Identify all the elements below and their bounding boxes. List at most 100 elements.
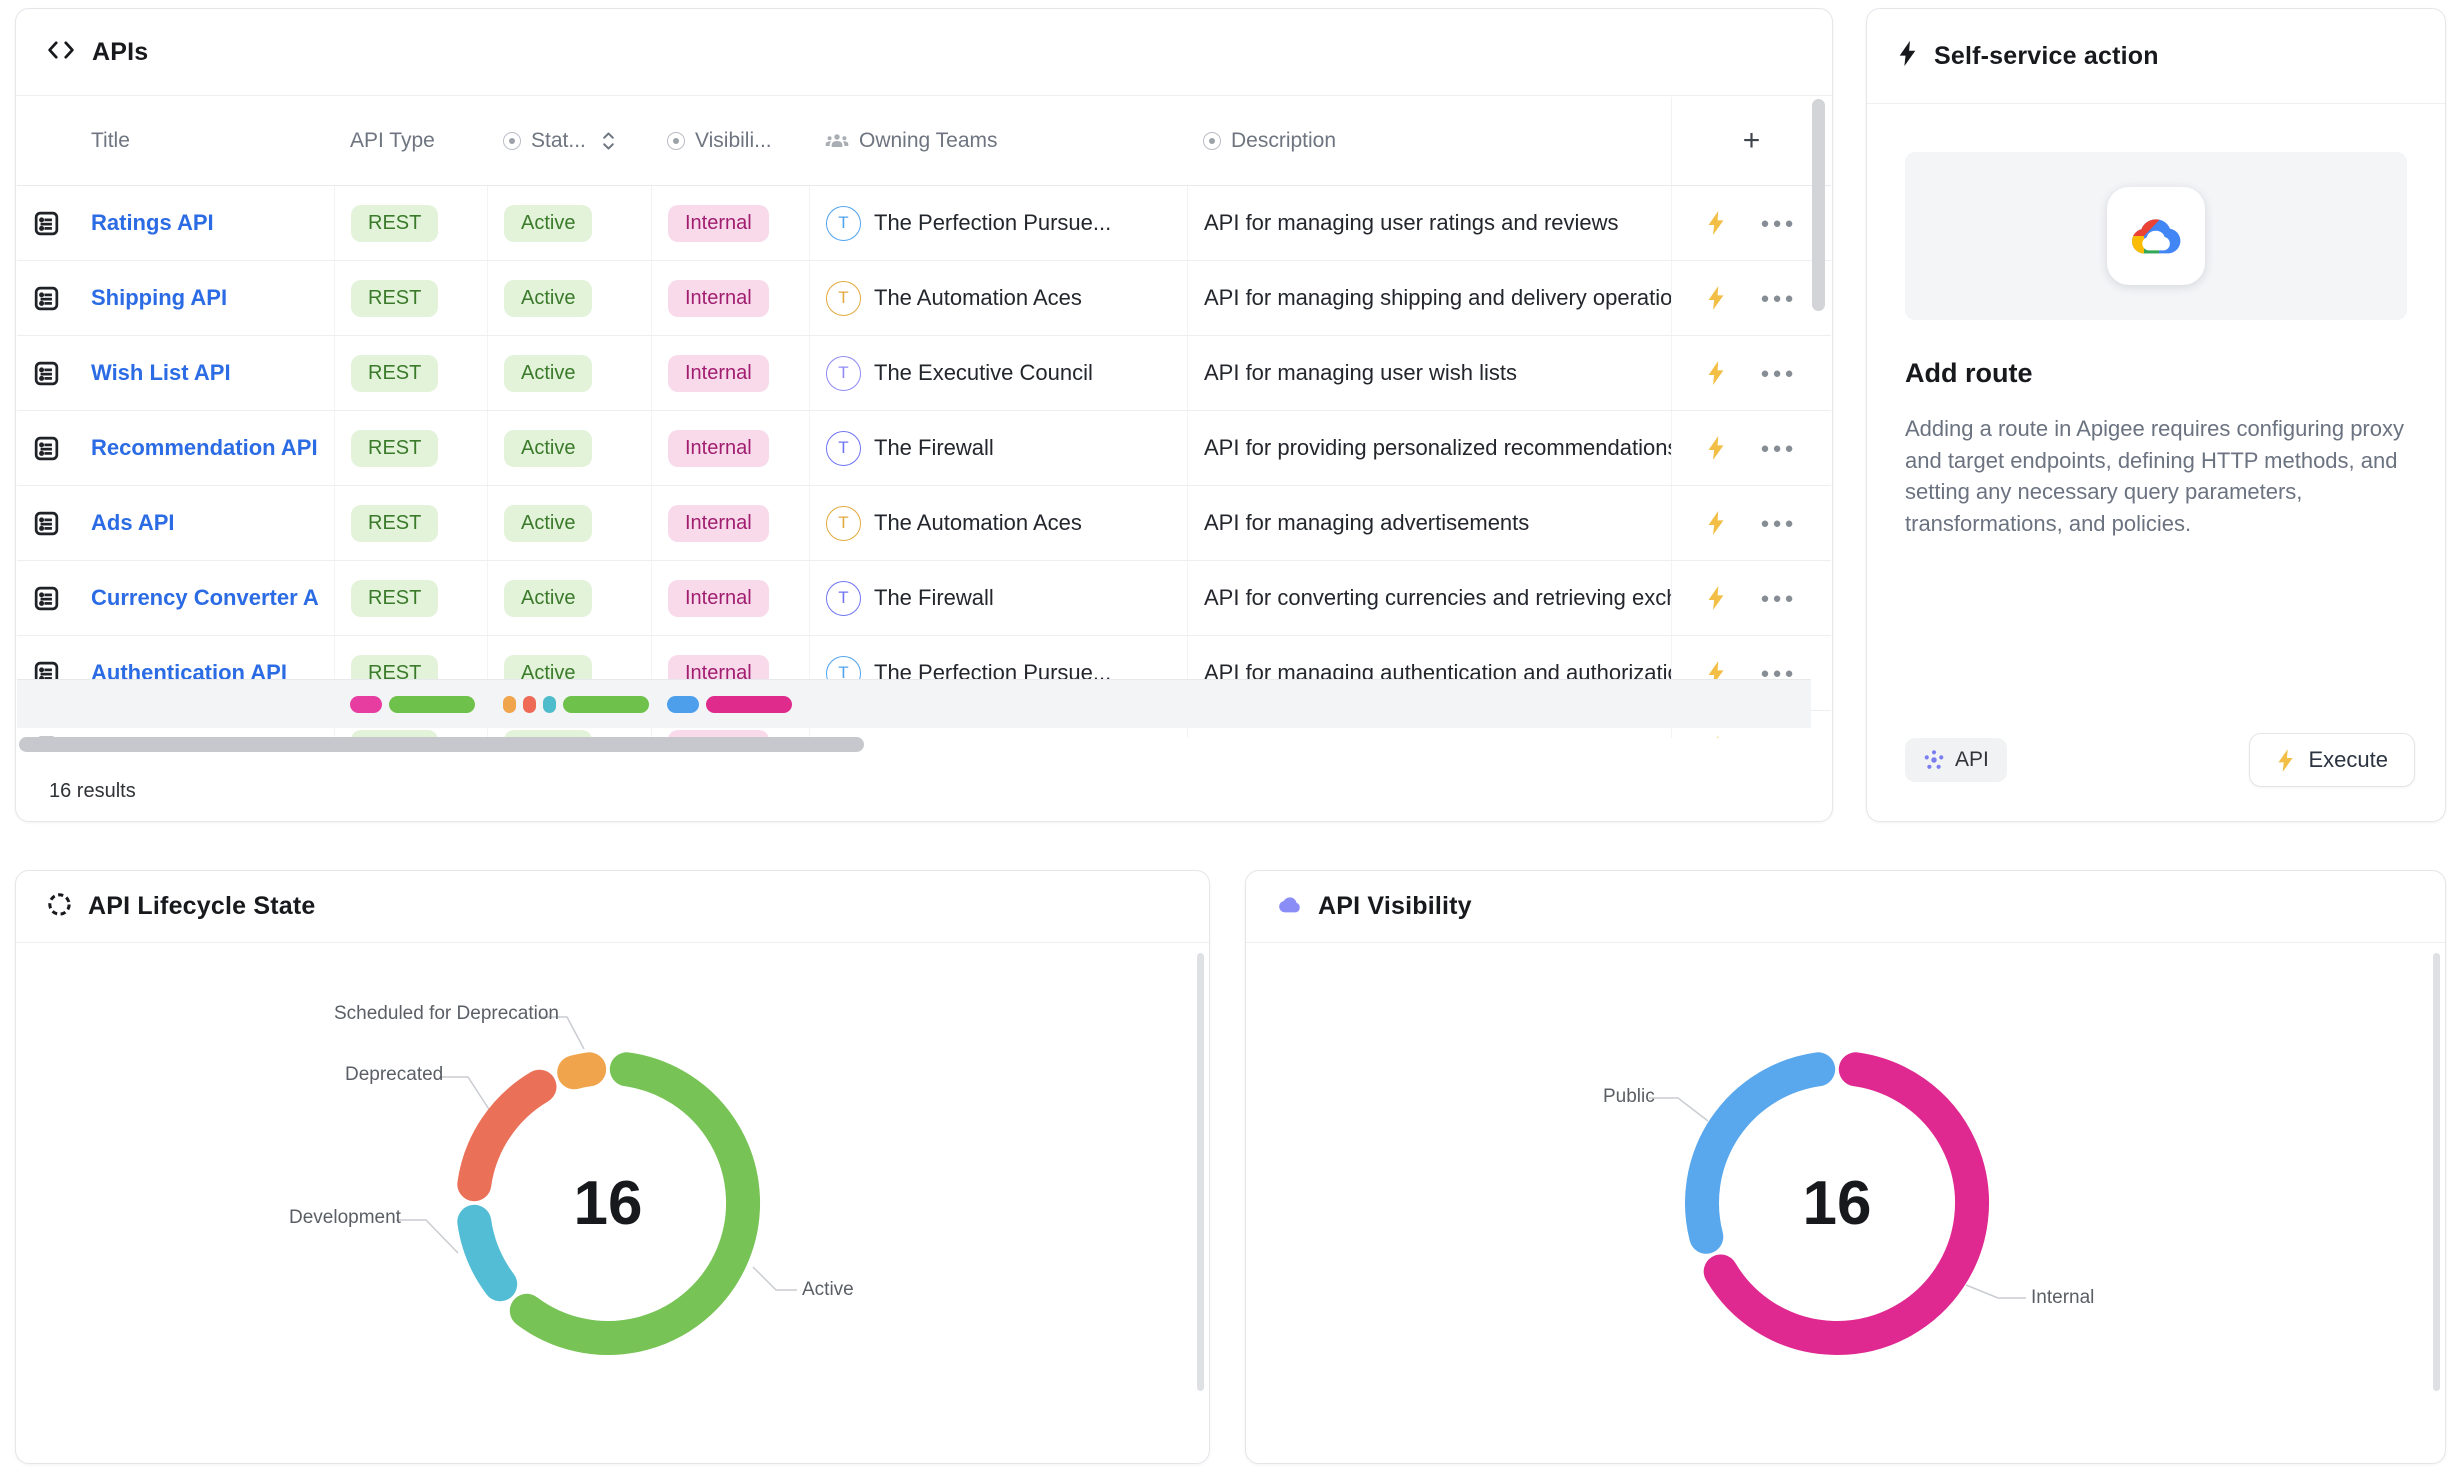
table-row[interactable]: Currency Converter A...RESTActiveInterna… [17,561,1831,636]
panel-title: Self-service action [1934,42,2159,71]
entity-type-icon [17,336,75,410]
table-row[interactable]: Ads APIRESTActiveInternalTThe Automation… [17,486,1831,561]
distribution-pill [389,696,475,713]
row-menu-button[interactable]: ●●● [1760,365,1796,382]
team-name: The Firewall [874,435,994,461]
apis-table-panel: APIs Title API Type Stat... Visibili... … [15,8,1833,822]
visibility-badge: Internal [668,355,769,392]
column-header-status[interactable]: Stat... [487,97,651,185]
column-label: Description [1231,129,1336,153]
row-menu-button[interactable]: ●●● [1760,515,1796,532]
column-header-description[interactable]: Description [1187,97,1671,185]
api-title-link[interactable]: Ratings API [91,210,214,236]
visibility-badge: Internal [668,505,769,542]
google-cloud-icon [2107,187,2205,285]
table-body: Ratings API REST Active Internal TThe Perfec… [17,186,1831,738]
donut-chart [448,1043,768,1363]
owning-team-cell: TThe Perfection Pursue... [809,186,1187,260]
donut-segment-development[interactable] [474,1222,500,1284]
team-avatar: T [826,281,861,316]
status-badge: Active [504,355,592,392]
api-title-link[interactable]: Currency Converter A... [91,585,318,611]
action-title: Add route [1905,358,2407,389]
visibility-donut: 16 [1677,1043,1997,1363]
column-header-visibility[interactable]: Visibili... [651,97,809,185]
team-name: The Automation Aces [874,510,1082,536]
row-menu-button[interactable]: ●●● [1760,290,1796,307]
table-footer: 16 results [16,761,1832,821]
segment-label-scheduled: Scheduled for Deprecation [334,1003,559,1025]
table-row[interactable]: Wish List APIRESTActiveInternalTThe Exec… [17,336,1831,411]
distribution-pill [667,696,699,713]
donut-segment-public[interactable] [1702,1069,1818,1237]
table-row[interactable]: Shipping APIRESTActiveInternalTThe Autom… [17,261,1831,336]
run-action-button[interactable] [1706,585,1726,611]
donut-segment-scheduled-for-deprecation[interactable] [574,1069,589,1072]
cloud-icon [1276,894,1303,920]
entity-type-icon [17,186,75,260]
run-action-button[interactable] [1706,435,1726,461]
icon-column-header [17,97,75,185]
column-header-title[interactable]: Title [75,97,334,185]
run-action-button[interactable] [1706,360,1726,386]
vertical-scrollbar[interactable] [1812,99,1825,311]
blueprint-icon [1923,749,1945,771]
segment-label-internal: Internal [2031,1287,2094,1309]
api-title-link[interactable]: Recommendation API [91,435,318,461]
column-header-owning-teams[interactable]: Owning Teams [809,97,1187,185]
api-type-badge: REST [351,205,438,242]
panel-scrollbar[interactable] [1197,953,1204,1391]
distribution-pill [706,696,792,713]
row-menu-button[interactable]: ●●● [1760,440,1796,457]
chart-header: API Lifecycle State [16,871,1209,943]
api-title-link[interactable]: Ads API [91,510,175,536]
api-type-badge: REST [351,430,438,467]
distribution-pill [523,696,536,713]
visibility-badge: Internal [668,580,769,617]
segment-label-public: Public [1603,1086,1655,1108]
action-footer: API Execute [1905,733,2415,787]
segment-label-development: Development [289,1207,401,1229]
horizontal-scrollbar[interactable] [19,737,864,752]
blueprint-chip[interactable]: API [1905,738,2007,782]
chart-body: 16 Scheduled for Deprecation Deprecated … [16,943,1209,1463]
api-title-link[interactable]: Wish List API [91,360,231,386]
visibility-badge: Internal [668,280,769,317]
plus-icon: + [1743,124,1761,158]
donut-segment-deprecated[interactable] [474,1087,539,1185]
api-type-badge: REST [351,355,438,392]
row-menu-button[interactable]: ●●● [1760,215,1796,232]
distribution-pill [563,696,649,713]
self-service-action-panel: Self-service action Add route Adding a r… [1866,8,2446,822]
donut-segment-active[interactable] [527,1069,743,1338]
add-column-button[interactable]: + [1671,97,1831,185]
api-title-link[interactable]: Shipping API [91,285,227,311]
column-header-api-type[interactable]: API Type [334,97,487,185]
team-avatar: T [826,581,861,616]
owning-team-cell: TThe Automation Aces [809,261,1187,335]
run-action-button[interactable] [1706,285,1726,311]
chart-title: API Lifecycle State [88,892,316,921]
run-action-button[interactable] [1706,210,1726,236]
people-icon [825,132,849,150]
row-menu-button[interactable]: ●●● [1760,590,1796,607]
team-name: The Firewall [874,585,994,611]
api-description: API for managing shipping and delivery o… [1204,285,1671,311]
segment-label-deprecated: Deprecated [345,1064,443,1086]
api-type-badge: REST [351,505,438,542]
run-action-button[interactable] [1706,510,1726,536]
table-body-rows: Ratings API REST Active Internal TThe Perfec… [17,186,1831,738]
visibility-chart-panel: API Visibility 16 Public Internal [1245,870,2446,1464]
api-description: API for managing advertisements [1204,510,1529,536]
table-row[interactable]: Recommendation APIRESTActiveInternalTThe… [17,411,1831,486]
single-select-icon [503,132,521,150]
execute-button[interactable]: Execute [2249,733,2416,787]
action-description: Adding a route in Apigee requires config… [1905,413,2405,540]
panel-scrollbar[interactable] [2433,953,2440,1391]
sort-chevrons-icon[interactable] [602,130,615,152]
column-label: Owning Teams [859,129,998,153]
segment-label-active: Active [802,1279,854,1301]
table-row[interactable]: Ratings APIRESTActiveInternalTThe Perfec… [17,186,1831,261]
run-action-button[interactable] [1706,735,1726,738]
team-avatar: T [826,431,861,466]
